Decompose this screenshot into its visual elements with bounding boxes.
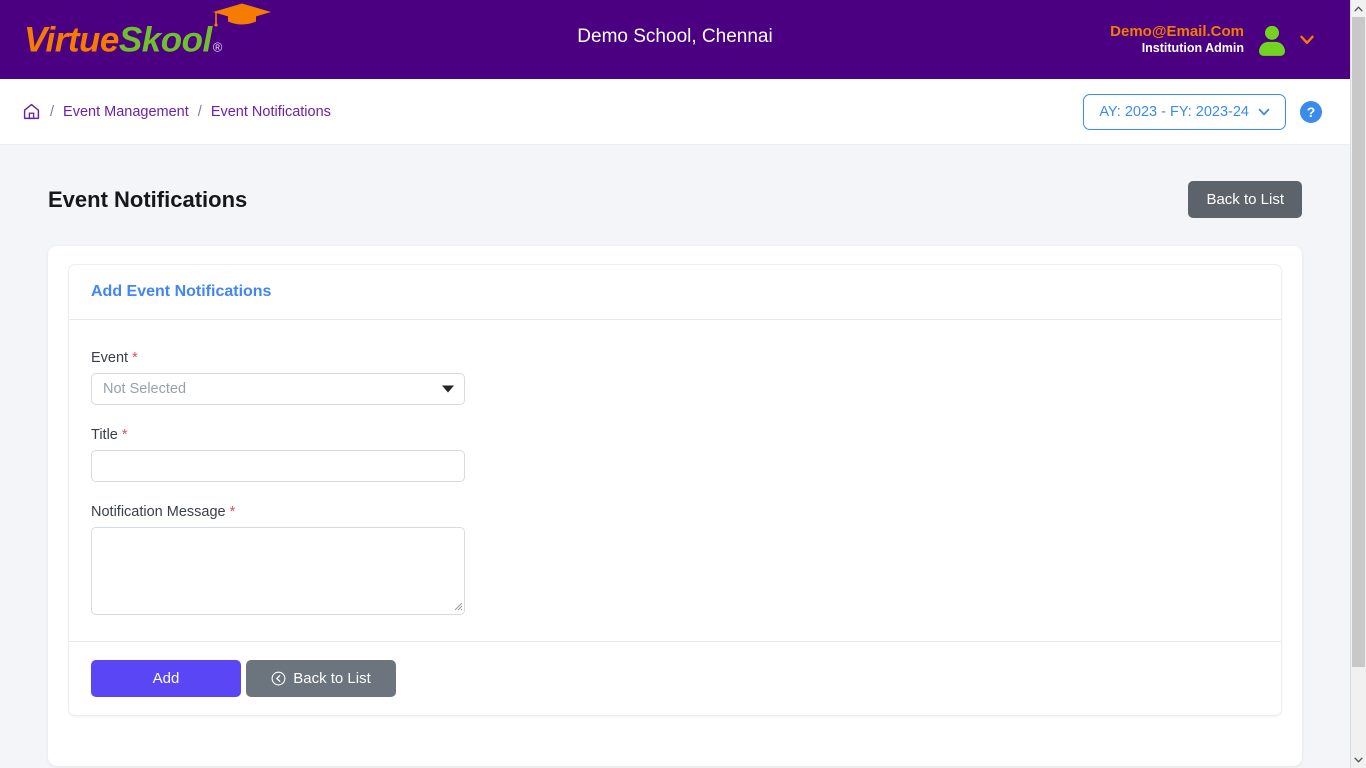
user-avatar-icon[interactable]	[1258, 25, 1286, 56]
card-header: Add Event Notifications	[69, 265, 1281, 320]
page-content: VirtueSkool® Demo School, Chennai Demo@E…	[0, 0, 1350, 768]
notification-message-textarea[interactable]	[91, 527, 465, 615]
form-group-message: Notification Message *	[91, 504, 1259, 615]
breadcrumb-separator-2: /	[197, 103, 202, 120]
main-content: Event Notifications Back to List Add Eve…	[0, 145, 1350, 766]
card-title: Add Event Notifications	[91, 283, 272, 300]
event-select-value: Not Selected	[103, 381, 187, 397]
title-required-mark: *	[121, 427, 128, 443]
avatar-head	[1265, 25, 1279, 40]
message-required-mark: *	[229, 504, 236, 520]
logo-part-skool: Skool	[118, 20, 212, 59]
breadcrumb-separator-1: /	[50, 103, 55, 120]
back-to-list-label: Back to List	[293, 670, 371, 687]
page-title: Event Notifications	[48, 186, 248, 212]
card-footer: Add Back to List	[69, 641, 1281, 715]
message-label-text: Notification Message	[91, 504, 226, 520]
logo-registered-mark: ®	[212, 39, 223, 54]
avatar-body	[1259, 41, 1285, 56]
breadcrumb-item-event-management[interactable]: Event Management	[63, 104, 189, 120]
help-label: ?	[1306, 103, 1316, 120]
back-to-list-top-button[interactable]: Back to List	[1188, 181, 1302, 218]
add-button[interactable]: Add	[91, 660, 241, 697]
event-label: Event *	[91, 350, 1259, 366]
content-card-outer: Add Event Notifications Event * Not Sele…	[48, 246, 1302, 766]
logo-text: VirtueSkool®	[24, 3, 271, 59]
title-input[interactable]	[91, 450, 465, 482]
user-menu[interactable]: Demo@Email.Com Institution Admin	[1110, 22, 1314, 56]
circle-chevron-left-icon	[271, 671, 286, 686]
scrollbar-up-arrow-icon[interactable]	[1351, 0, 1366, 17]
chevron-down-icon[interactable]	[1300, 35, 1314, 45]
app-logo[interactable]: VirtueSkool®	[24, 3, 271, 59]
breadcrumb-item-event-notifications[interactable]: Event Notifications	[211, 104, 331, 120]
scrollbar-down-arrow-icon[interactable]	[1351, 751, 1366, 768]
user-email: Demo@Email.Com	[1110, 22, 1244, 40]
back-to-list-button[interactable]: Back to List	[246, 660, 396, 697]
breadcrumb: / Event Management / Event Notifications	[22, 102, 331, 121]
app-header: VirtueSkool® Demo School, Chennai Demo@E…	[0, 0, 1350, 79]
page-header: Event Notifications Back to List	[24, 145, 1326, 218]
event-required-mark: *	[132, 350, 138, 366]
title-label: Title *	[91, 427, 1259, 443]
card-body: Event * Not Selected Title * Notificatio…	[69, 320, 1281, 641]
add-event-notification-card: Add Event Notifications Event * Not Sele…	[68, 264, 1282, 716]
user-role: Institution Admin	[1141, 41, 1244, 56]
browser-viewport: VirtueSkool® Demo School, Chennai Demo@E…	[0, 0, 1366, 768]
graduation-cap-icon	[213, 3, 271, 26]
title-label-text: Title	[91, 427, 118, 443]
form-group-event: Event * Not Selected	[91, 350, 1259, 405]
form-group-title: Title *	[91, 427, 1259, 482]
breadcrumb-actions: AY: 2023 - FY: 2023-24 ?	[1083, 93, 1322, 130]
academic-year-selector[interactable]: AY: 2023 - FY: 2023-24	[1083, 93, 1286, 130]
chevron-down-icon	[1258, 108, 1270, 115]
academic-year-label: AY: 2023 - FY: 2023-24	[1099, 103, 1249, 120]
message-textarea-wrap	[91, 527, 465, 615]
logo-part-virtue: Virtue	[24, 20, 119, 59]
help-circle-icon[interactable]: ?	[1300, 100, 1322, 123]
message-label: Notification Message *	[91, 504, 1259, 520]
user-info: Demo@Email.Com Institution Admin	[1110, 22, 1244, 56]
vertical-scrollbar[interactable]	[1350, 0, 1366, 768]
event-select-wrap: Not Selected	[91, 373, 465, 405]
event-select[interactable]: Not Selected	[91, 373, 465, 405]
home-icon[interactable]	[22, 102, 41, 121]
event-label-text: Event	[91, 350, 129, 366]
breadcrumb-bar: / Event Management / Event Notifications…	[0, 79, 1350, 145]
scrollbar-thumb[interactable]	[1352, 17, 1365, 667]
